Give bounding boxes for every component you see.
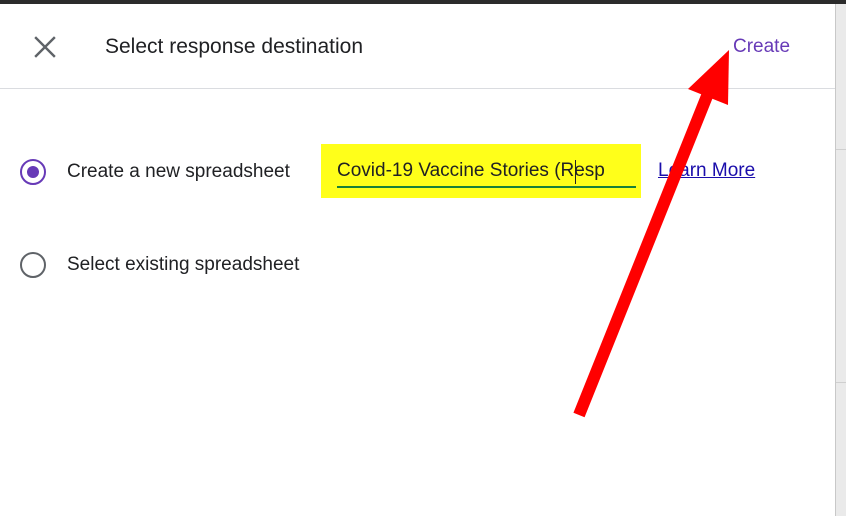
radio-select-existing[interactable] bbox=[20, 252, 46, 278]
learn-more-link[interactable]: Learn More bbox=[658, 158, 755, 184]
background-page-edge bbox=[835, 4, 846, 516]
create-button[interactable]: Create bbox=[733, 32, 790, 62]
dialog-title: Select response destination bbox=[105, 35, 363, 58]
background-divider bbox=[836, 149, 846, 150]
spreadsheet-name-field[interactable]: Covid-19 Vaccine Stories (Resp bbox=[321, 144, 641, 198]
response-destination-dialog: Select response destination Create Creat… bbox=[0, 0, 846, 516]
option-label-select-existing: Select existing spreadsheet bbox=[67, 254, 300, 275]
close-button[interactable] bbox=[28, 30, 62, 64]
text-cursor bbox=[575, 160, 576, 184]
spreadsheet-name-input[interactable]: Covid-19 Vaccine Stories (Resp bbox=[337, 158, 637, 184]
field-underline bbox=[337, 186, 636, 188]
option-label-create-new: Create a new spreadsheet bbox=[67, 161, 290, 182]
radio-dot bbox=[27, 166, 39, 178]
close-icon bbox=[34, 36, 56, 58]
radio-create-new-selected[interactable] bbox=[20, 159, 46, 185]
option-select-existing-spreadsheet[interactable]: Select existing spreadsheet bbox=[20, 249, 299, 281]
background-divider bbox=[836, 382, 846, 383]
option-create-new-spreadsheet[interactable]: Create a new spreadsheet bbox=[20, 156, 290, 188]
dialog-header: Select response destination Create bbox=[0, 4, 835, 89]
